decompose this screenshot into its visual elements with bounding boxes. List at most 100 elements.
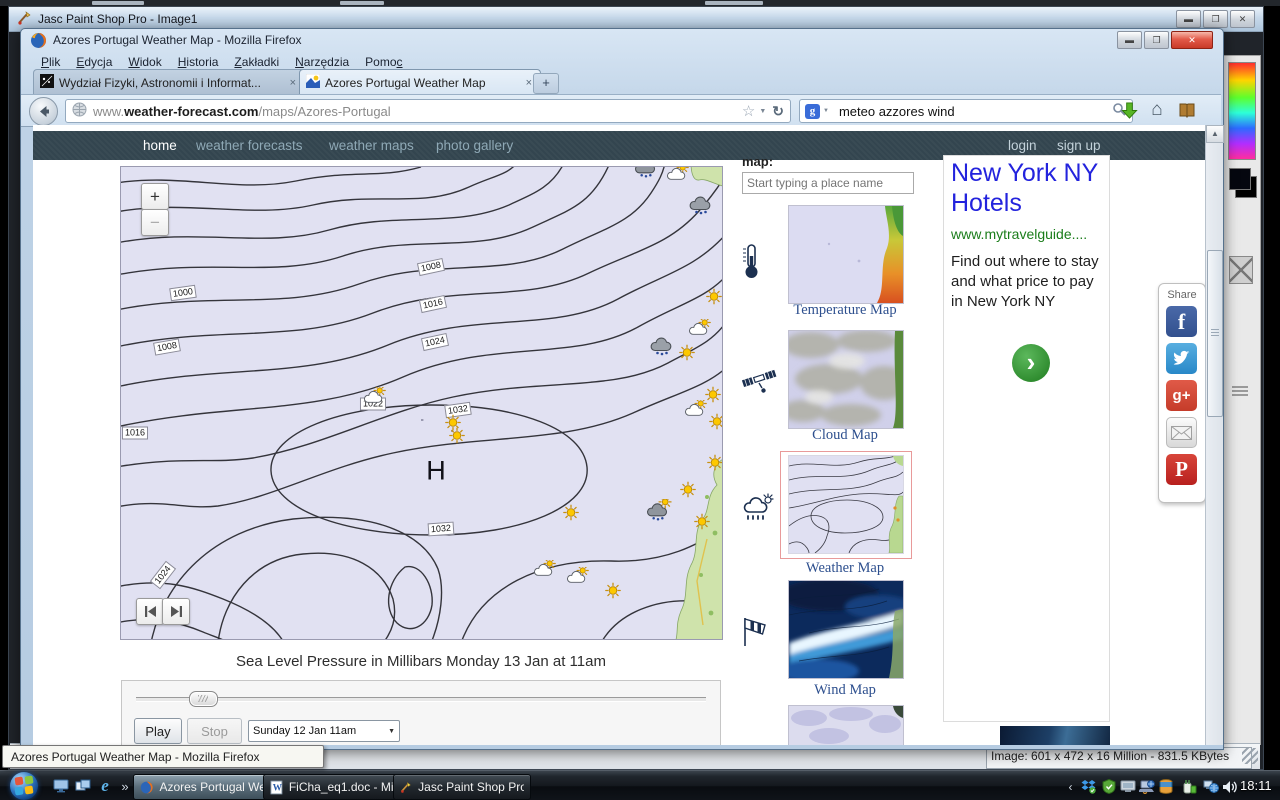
sun-weather-icon	[448, 427, 466, 450]
antivirus-icon[interactable]	[1100, 778, 1117, 795]
taskbar-clock[interactable]: 18:11	[1240, 778, 1272, 793]
internet-explorer-icon[interactable]: e	[96, 777, 114, 795]
network-icon[interactable]	[1202, 778, 1219, 795]
bookmarks-icon[interactable]	[1175, 99, 1199, 121]
firefox-close-button[interactable]: ✕	[1171, 31, 1213, 49]
nav-login[interactable]: login	[1008, 138, 1037, 153]
quick-launch-overflow-icon[interactable]: »	[116, 777, 134, 795]
maptype-wind-label[interactable]: Wind Map	[770, 682, 920, 699]
time-slider-panel: Play Stop Sunday 12 Jan 11am ▼	[121, 680, 721, 745]
wind-map-thumbnail[interactable]	[788, 580, 904, 679]
background-strip-segment	[92, 1, 144, 5]
partial-map-thumbnail[interactable]	[788, 705, 904, 745]
twitter-icon[interactable]	[1166, 343, 1197, 374]
tab1-favicon	[40, 74, 54, 91]
pinterest-icon[interactable]: P	[1166, 454, 1197, 485]
psp-maximize-button[interactable]: ❐	[1203, 10, 1228, 28]
sun-weather-icon	[562, 504, 580, 527]
temperature-map-thumbnail[interactable]	[788, 205, 904, 304]
weather-map-canvas[interactable]: 1000100810161008101610241022103210321024…	[120, 166, 723, 640]
search-input[interactable]	[837, 103, 1112, 120]
tab-wydzial-fizyki[interactable]: Wydział Fizyki, Astronomii i Informat...…	[33, 69, 305, 95]
nav-home[interactable]: home	[143, 138, 177, 153]
display-icon[interactable]	[1119, 778, 1136, 795]
play-button[interactable]: Play	[134, 718, 182, 744]
background-strip-segment	[705, 1, 763, 5]
maptype-weather-label[interactable]: Weather Map	[770, 560, 920, 577]
paintbrush-icon	[400, 780, 412, 794]
tray-expand-icon[interactable]: ‹	[1062, 778, 1079, 795]
tab-azores-weather-map[interactable]: Azores Portugal Weather Map ×	[299, 69, 541, 95]
firefox-window: Azores Portugal Weather Map - Mozilla Fi…	[20, 28, 1224, 750]
power-icon[interactable]	[1181, 778, 1198, 795]
psp-close-button[interactable]: ✕	[1230, 10, 1255, 28]
rain-cloud-icon	[741, 493, 775, 526]
taskbar-button-word[interactable]: W FiCha_eq1.doc - Mi...	[263, 774, 401, 800]
search-engine-dropdown-icon[interactable]: ▼	[823, 108, 829, 114]
advertisement[interactable]: New York NY Hotels www.mytravelguide....…	[943, 155, 1110, 722]
back-icon	[36, 104, 51, 119]
facebook-icon[interactable]: f	[1166, 306, 1197, 337]
window-switcher-icon[interactable]	[74, 777, 92, 795]
speaker-icon[interactable]	[1221, 778, 1238, 795]
scrollbar-grip	[1211, 329, 1219, 336]
maptype-temperature-label[interactable]: Temperature Map	[770, 302, 920, 319]
reload-icon[interactable]: ↻	[772, 103, 784, 120]
bookmark-star-icon[interactable]: ☆	[742, 102, 755, 120]
download-icon[interactable]	[1117, 99, 1141, 121]
flag-blue	[14, 786, 23, 795]
foreground-color-swatch[interactable]	[1229, 168, 1251, 190]
ad-arrow-button[interactable]: ›	[1012, 344, 1050, 382]
dropbox-icon[interactable]	[1080, 778, 1097, 795]
nav-weather-maps[interactable]: weather maps	[329, 138, 414, 153]
psp-minimize-button[interactable]: ▬	[1176, 10, 1201, 28]
show-desktop-icon[interactable]	[52, 777, 70, 795]
nav-photo-gallery[interactable]: photo gallery	[436, 138, 513, 153]
time-select-dropdown[interactable]: Sunday 12 Jan 11am ▼	[248, 720, 400, 742]
step-forward-button[interactable]	[162, 598, 190, 625]
map-zoom-in-button[interactable]: +	[141, 183, 169, 210]
step-backward-button[interactable]	[136, 598, 164, 625]
ad-url[interactable]: www.mytravelguide....	[951, 226, 1087, 242]
taskbar-button-paintshop[interactable]: Jasc Paint Shop Pro ...	[393, 774, 531, 800]
map-zoom-out-button[interactable]: −	[141, 209, 169, 236]
firefox-titlebar[interactable]: Azores Portugal Weather Map - Mozilla Fi…	[21, 29, 1223, 52]
firefox-minimize-button[interactable]: ▬	[1117, 31, 1142, 49]
resize-grip[interactable]	[1242, 748, 1258, 764]
ad-title[interactable]: New York NY Hotels	[951, 159, 1101, 218]
connection-icon[interactable]	[1138, 778, 1155, 795]
sun-weather-icon	[693, 513, 711, 536]
taskbar-button-firefox[interactable]: Azores Portugal We...	[133, 774, 271, 800]
firefox-maximize-button[interactable]: ❐	[1144, 31, 1169, 49]
email-icon[interactable]	[1166, 417, 1197, 448]
cloud-map-thumbnail[interactable]	[788, 330, 904, 429]
weather-map-thumbnail[interactable]	[788, 455, 904, 554]
google-plus-icon[interactable]: g+	[1166, 380, 1197, 411]
home-icon[interactable]: ⌂	[1145, 99, 1169, 121]
texture-swatch[interactable]	[1229, 256, 1253, 284]
scroll-up-icon[interactable]: ▲	[1206, 125, 1224, 143]
color-spectrum-picker[interactable]	[1228, 62, 1256, 160]
place-search-input[interactable]	[742, 172, 914, 194]
nav-sign-up[interactable]: sign up	[1057, 138, 1101, 153]
back-button[interactable]	[29, 97, 58, 126]
nav-weather-forecasts[interactable]: weather forecasts	[196, 138, 303, 153]
url-path: /maps/Azores-Portugal	[258, 104, 390, 119]
maptype-cloud-label[interactable]: Cloud Map	[770, 427, 920, 444]
paintshop-title-text: Jasc Paint Shop Pro - Image1	[38, 12, 197, 26]
stop-button[interactable]: Stop	[187, 718, 242, 744]
scrollbar-thumb[interactable]	[1207, 250, 1223, 417]
new-tab-button[interactable]: +	[533, 73, 559, 94]
tab1-close-icon[interactable]: ×	[288, 77, 298, 89]
google-icon[interactable]: g	[805, 104, 820, 119]
url-bar[interactable]: www.weather-forecast.com/maps/Azores-Por…	[65, 99, 791, 123]
skip-previous-icon	[144, 606, 157, 617]
search-bar[interactable]: g ▼	[799, 99, 1133, 123]
windows-start-orb[interactable]	[10, 772, 38, 800]
time-slider-track[interactable]	[136, 697, 706, 702]
page-scrollbar[interactable]: ▲	[1205, 125, 1223, 745]
panel-grip[interactable]	[1232, 386, 1248, 396]
url-dropdown-icon[interactable]: ▼	[759, 108, 766, 115]
time-slider-handle[interactable]	[189, 691, 218, 707]
database-icon[interactable]	[1157, 778, 1174, 795]
